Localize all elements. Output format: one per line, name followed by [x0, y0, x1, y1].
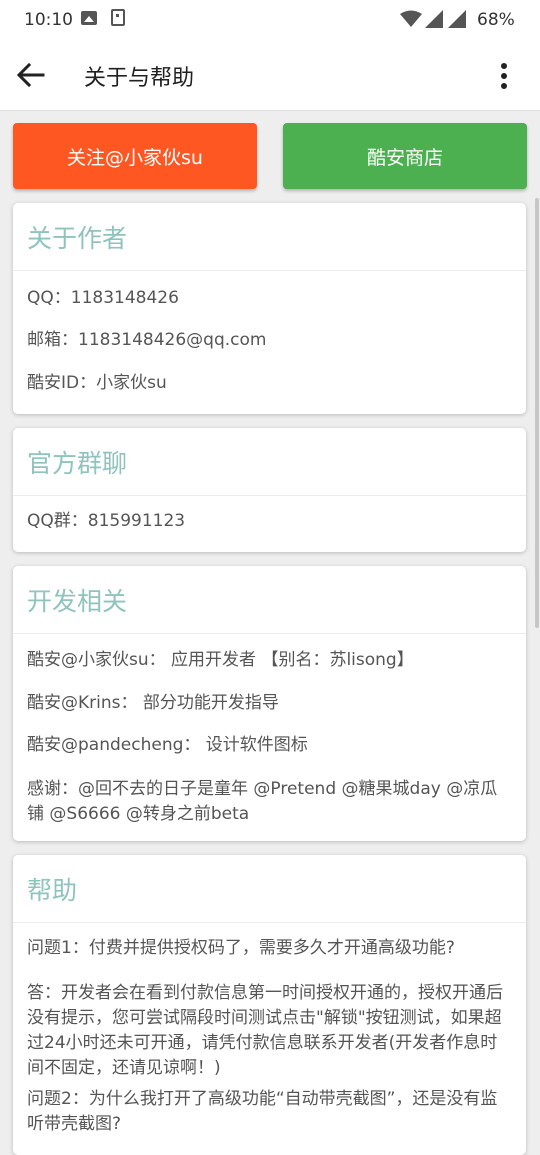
author-coolapk-id[interactable]: 酷安ID：小家伙su: [27, 371, 512, 396]
signal-icon: [425, 10, 443, 28]
back-button[interactable]: [16, 57, 56, 93]
more-options-button[interactable]: [488, 58, 520, 94]
signal-icon-secondary: [448, 10, 466, 28]
author-email[interactable]: 邮箱：1183148426@qq.com: [27, 328, 512, 353]
section-title: 帮助: [13, 855, 526, 923]
follow-author-button[interactable]: 关注@小家伙su: [13, 123, 257, 189]
dev-item[interactable]: 酷安@小家伙su： 应用开发者 【别名：苏lisong】: [27, 648, 512, 673]
help-answer-1: 答：开发者会在看到付款信息第一时间授权开通的，授权开通后没有提示，您可尝试隔段时…: [27, 983, 503, 1078]
wifi-icon: [400, 10, 422, 27]
help-card: 帮助 问题1：付费并提供授权码了，需要多久才开通高级功能? 答：开发者会在看到付…: [13, 855, 526, 1155]
status-time: 10:10: [24, 10, 73, 30]
about-author-card: 关于作者 QQ：1183148426 邮箱：1183148426@qq.com …: [13, 203, 526, 414]
page-title: 关于与帮助: [84, 66, 195, 91]
coolapk-store-button[interactable]: 酷安商店: [283, 123, 527, 189]
image-notification-icon: [81, 11, 97, 25]
author-qq[interactable]: QQ：1183148426: [27, 286, 512, 311]
qq-group[interactable]: QQ群：815991123: [27, 509, 512, 534]
help-question-2: 问题2：为什么我打开了高级功能“自动带壳截图”，还是没有监听带壳截图?: [27, 1089, 498, 1134]
dev-item[interactable]: 酷安@Krins： 部分功能开发指导: [27, 691, 512, 716]
more-vert-icon: [501, 63, 507, 69]
arrow-left-icon: [16, 62, 45, 88]
help-question-1: 问题1：付费并提供授权码了，需要多久才开通高级功能?: [27, 938, 455, 958]
section-title: 官方群聊: [13, 428, 526, 496]
scrollbar[interactable]: [535, 198, 539, 628]
development-card: 开发相关 酷安@小家伙su： 应用开发者 【别名：苏lisong】 酷安@Kri…: [13, 566, 526, 841]
section-title: 开发相关: [13, 566, 526, 634]
thanks-text: 感谢：@回不去的日子是童年 @Pretend @糖果城day @凉瓜铺 @S66…: [27, 779, 498, 824]
sim-notification-icon: [111, 9, 125, 26]
app-bar: 关于与帮助: [0, 40, 540, 111]
section-title: 关于作者: [13, 203, 526, 271]
official-group-card: 官方群聊 QQ群：815991123: [13, 428, 526, 552]
dev-item[interactable]: 酷安@pandecheng： 设计软件图标: [27, 733, 512, 758]
battery-percentage: 68%: [477, 10, 515, 30]
status-bar: 10:10 68%: [0, 0, 540, 40]
